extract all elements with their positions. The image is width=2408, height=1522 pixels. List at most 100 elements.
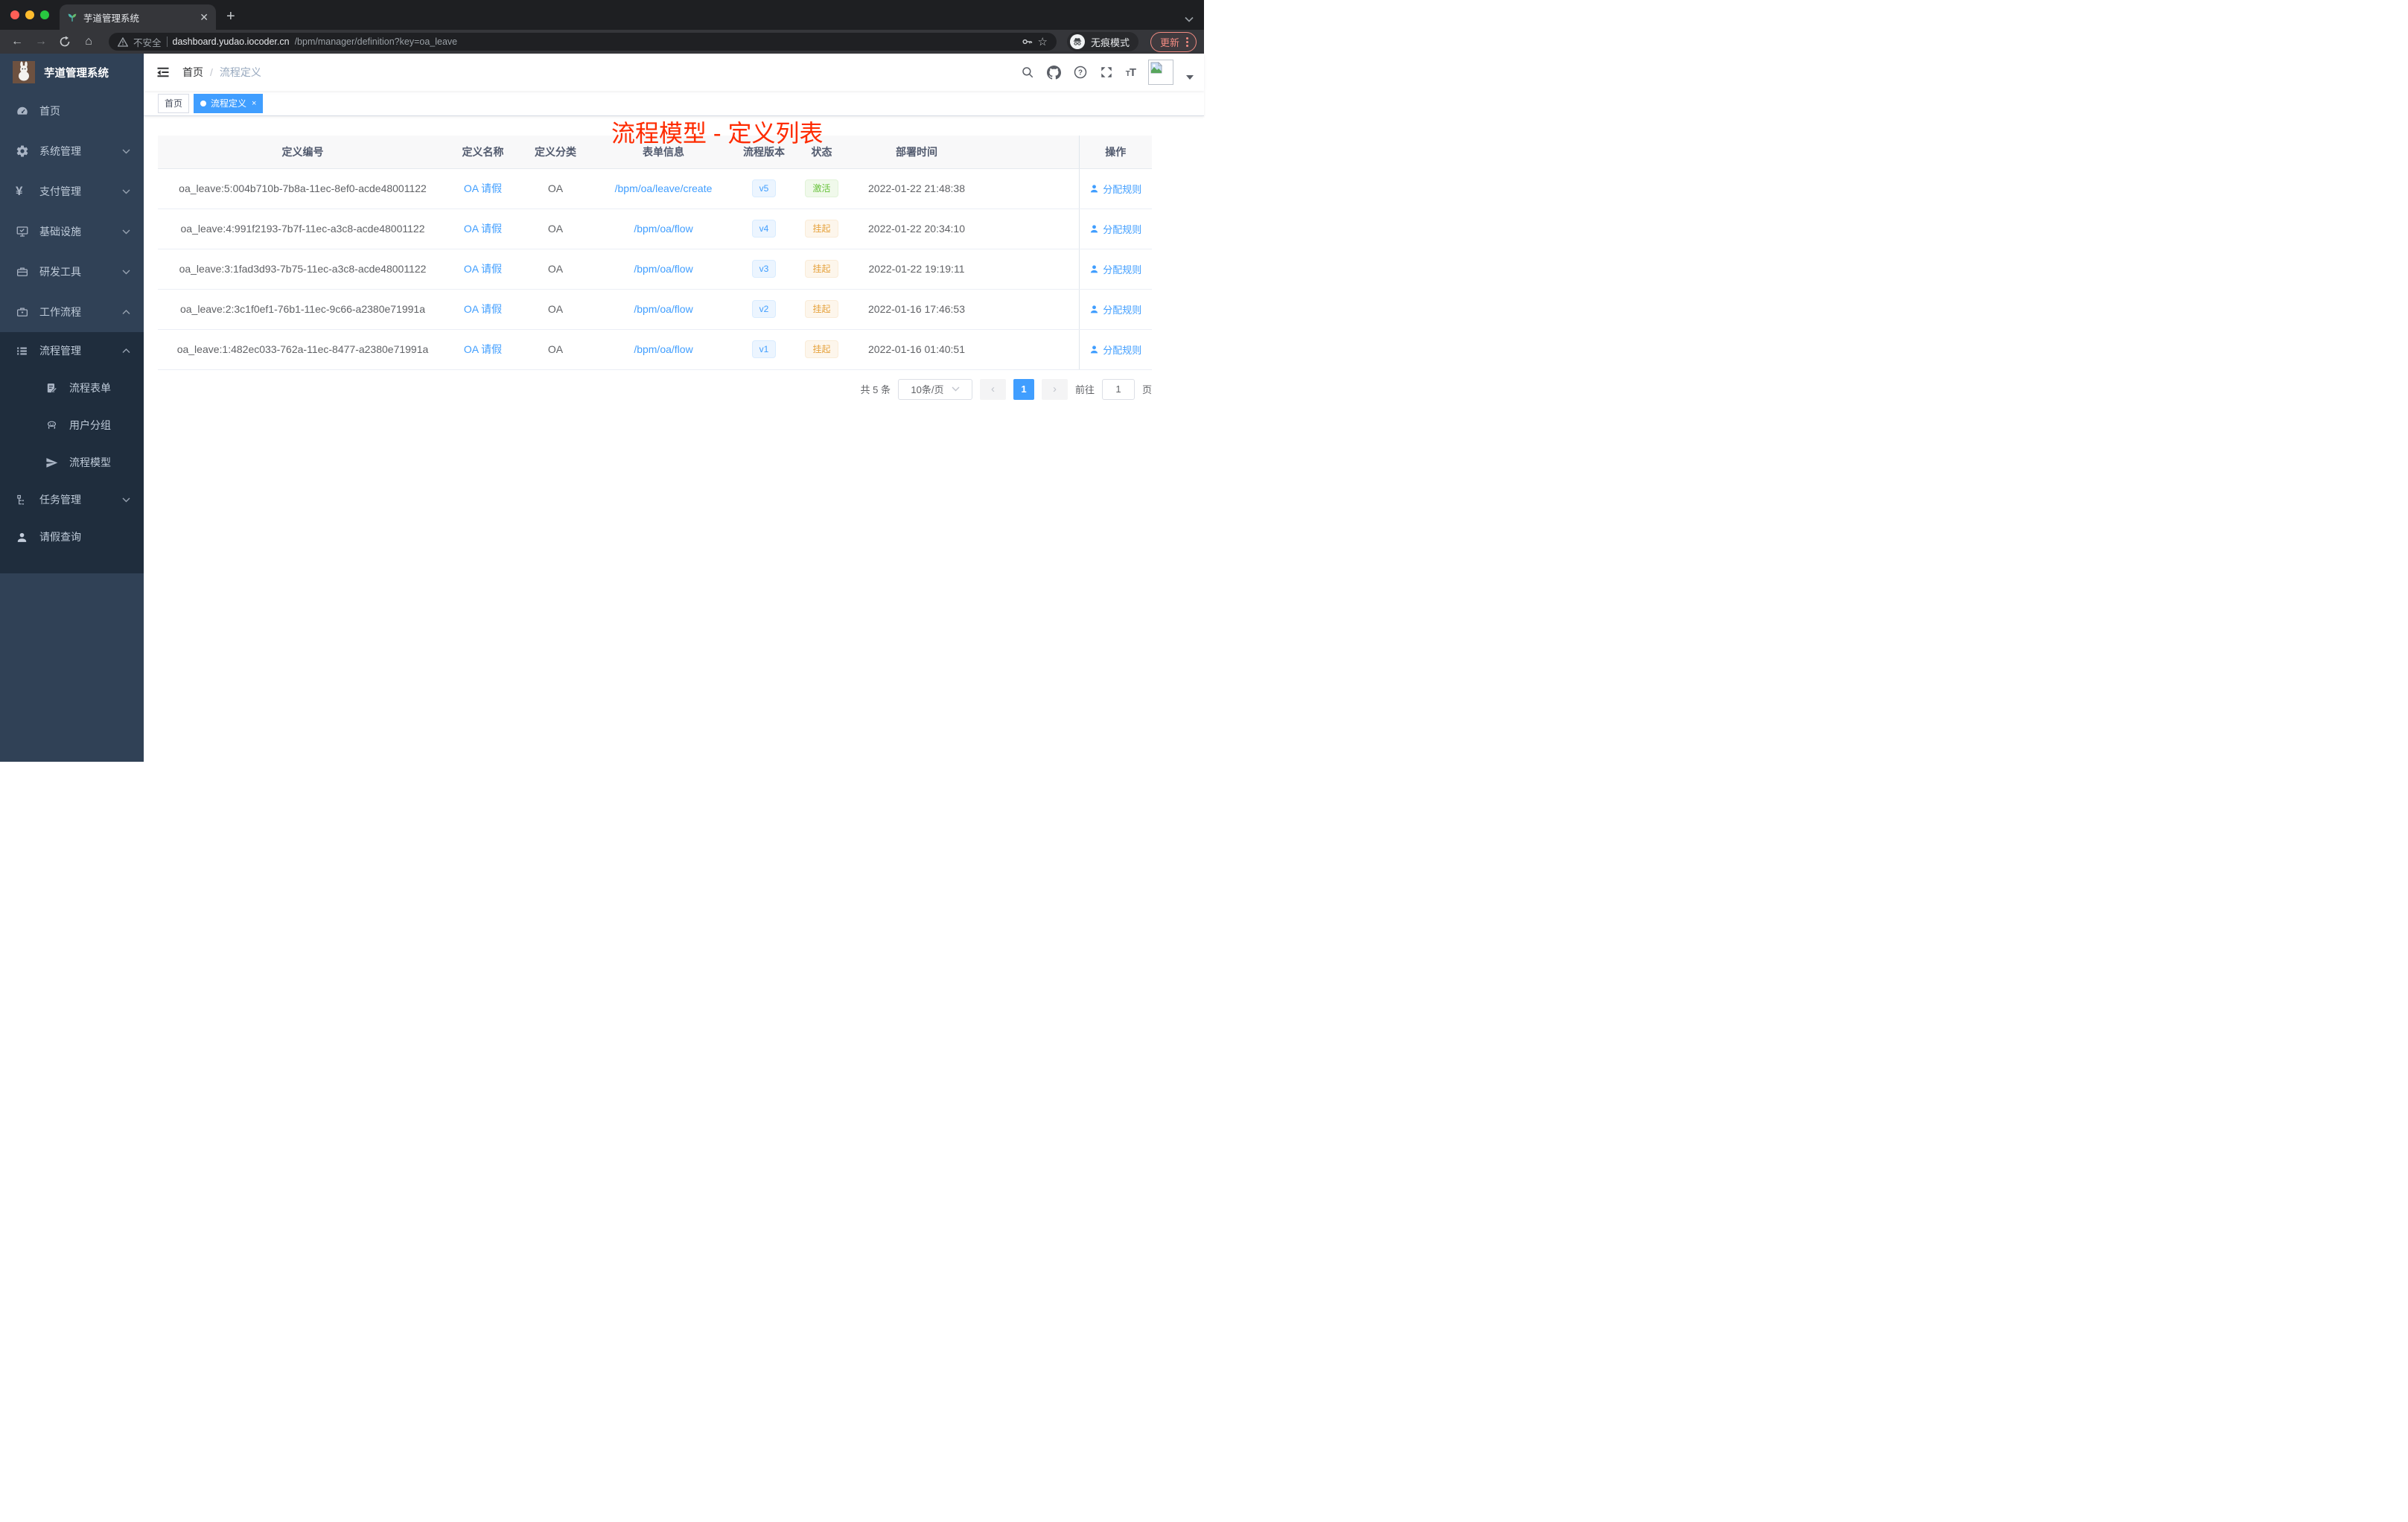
fullscreen-icon[interactable] [1100,66,1113,79]
caret-down-icon[interactable] [1186,75,1194,80]
window-controls [0,0,60,30]
reload-button[interactable] [55,36,74,48]
breadcrumb-separator: / [210,66,213,78]
sidebar-item-infrastructure[interactable]: 基础设施 [0,211,144,252]
forward-button[interactable]: → [31,35,51,48]
form-info-link[interactable]: /bpm/oa/flow [634,223,692,235]
browser-tabstrip: 芋道管理系统 ✕ + [0,0,1204,30]
bookmark-star-icon[interactable]: ☆ [1038,35,1048,48]
current-page-button[interactable]: 1 [1013,378,1034,400]
maximize-window-button[interactable] [40,10,49,19]
status-badge: 挂起 [805,260,838,278]
sidebar-item-process-management[interactable]: 流程管理 [0,332,144,369]
sidebar-item-leave-query[interactable]: 请假查询 [0,518,144,555]
chevron-down-icon [122,497,130,503]
search-icon[interactable] [1021,66,1034,79]
tag-close-icon[interactable]: × [252,99,256,108]
definition-name-link[interactable]: OA 请假 [464,343,502,355]
sidebar-item-system[interactable]: 系统管理 [0,131,144,171]
assign-rule-button[interactable]: 分配规则 [1089,222,1141,236]
next-page-button[interactable]: › [1041,378,1068,400]
send-icon [45,456,59,469]
url-host: dashboard.yudao.iocoder.cn [172,36,290,47]
form-info-link[interactable]: /bpm/oa/flow [634,263,692,275]
sidebar-item-user-group[interactable]: 用户分组 [0,407,144,444]
sidebar-item-process-form[interactable]: 流程表单 [0,369,144,407]
version-badge: v4 [751,220,777,238]
sidebar-item-task-management[interactable]: 任务管理 [0,481,144,518]
tag-label: 首页 [165,98,183,109]
tab-close-icon[interactable]: ✕ [200,12,208,22]
form-icon [45,382,59,395]
sidebar-item-label: 支付管理 [39,185,81,197]
definition-name-link[interactable]: OA 请假 [464,263,502,275]
url-divider [166,36,168,47]
sidebar-fold-icon[interactable] [144,65,182,80]
page-size-select[interactable]: 10条/页 [897,378,972,400]
minimize-window-button[interactable] [25,10,34,19]
assign-rule-button[interactable]: 分配规则 [1089,343,1141,357]
list-icon [16,345,29,357]
sidebar-item-label: 流程模型 [69,456,111,468]
plant-favicon-icon [67,12,77,22]
font-size-icon[interactable]: TT [1126,66,1136,79]
version-badge: v5 [751,179,777,197]
update-browser-button[interactable]: 更新 [1150,31,1197,52]
breadcrumb-home[interactable]: 首页 [182,65,203,80]
status-badge: 挂起 [805,220,838,238]
table-row: oa_leave:4:991f2193-7b7f-11ec-a3c8-acde4… [158,208,1152,249]
tree-icon [16,494,29,506]
cell-deploy-time: 2022-01-22 21:48:38 [850,168,984,209]
back-button[interactable]: ← [7,35,27,48]
avatar[interactable] [1148,60,1173,85]
cell-deploy-time: 2022-01-22 19:19:11 [850,249,984,290]
new-tab-button[interactable]: + [226,8,235,25]
goto-page-input[interactable] [1101,378,1135,400]
prev-page-button[interactable]: ‹ [979,378,1006,400]
sidebar-item-label: 流程表单 [69,382,111,394]
table-row: oa_leave:2:3c1f0ef1-76b1-11ec-9c66-a2380… [158,289,1152,330]
browser-tab[interactable]: 芋道管理系统 ✕ [60,4,216,30]
status-badge: 挂起 [805,340,838,358]
github-icon[interactable] [1046,65,1061,80]
briefcase-icon [16,305,29,319]
sidebar-item-payment[interactable]: ¥ 支付管理 [0,171,144,211]
tag-label: 流程定义 [211,98,247,109]
pagination: 共 5 条 10条/页 ‹ 1 › 前往 页 [158,378,1152,400]
form-info-link[interactable]: /bpm/oa/flow [634,343,692,355]
assign-rule-button[interactable]: 分配规则 [1089,182,1141,196]
browser-window: 芋道管理系统 ✕ + ← → ⌂ 不安全 dashboard.yudao.ioc… [0,0,1204,762]
sidebar-item-workflow[interactable]: 工作流程 [0,292,144,332]
definition-name-link[interactable]: OA 请假 [464,223,502,235]
key-icon[interactable] [1021,36,1033,48]
sidebar-item-label: 首页 [39,105,60,117]
definition-name-link[interactable]: OA 请假 [464,303,502,315]
close-window-button[interactable] [10,10,19,19]
col-definition-id: 定义编号 [158,136,447,169]
browser-menu-dots-icon[interactable] [1186,36,1188,47]
sidebar-item-devtools[interactable]: 研发工具 [0,252,144,292]
page-content: 定义编号 定义名称 定义分类 表单信息 流程版本 状态 部署时间 操作 oa_l… [144,116,1204,400]
help-icon[interactable]: ? [1074,66,1087,79]
incognito-icon [1069,34,1085,49]
assign-rule-button[interactable]: 分配规则 [1089,302,1141,316]
tab-list-chevron-icon[interactable] [1185,16,1194,22]
user-icon [1091,345,1098,353]
sidebar-item-label: 工作流程 [39,306,81,318]
url-path: /bpm/manager/definition?key=oa_leave [294,36,458,47]
table-row: oa_leave:3:1fad3d93-7b75-11ec-a3c8-acde4… [158,249,1152,290]
robot-icon [45,419,59,432]
home-button[interactable]: ⌂ [79,35,98,48]
sidebar-item-home[interactable]: 首页 [0,91,144,131]
assign-rule-button[interactable]: 分配规则 [1089,262,1141,276]
col-definition-name: 定义名称 [447,136,518,169]
form-info-link[interactable]: /bpm/oa/flow [634,303,692,315]
address-bar[interactable]: 不安全 dashboard.yudao.iocoder.cn /bpm/mana… [109,33,1057,51]
definition-name-link[interactable]: OA 请假 [464,182,502,194]
pagination-total: 共 5 条 [860,384,891,395]
tag-home[interactable]: 首页 [158,93,190,113]
tag-process-definition[interactable]: 流程定义 × [194,93,264,113]
form-info-link[interactable]: /bpm/oa/leave/create [615,182,713,194]
definition-table: 定义编号 定义名称 定义分类 表单信息 流程版本 状态 部署时间 操作 oa_l… [158,136,1152,370]
sidebar-item-process-model[interactable]: 流程模型 [0,444,144,481]
